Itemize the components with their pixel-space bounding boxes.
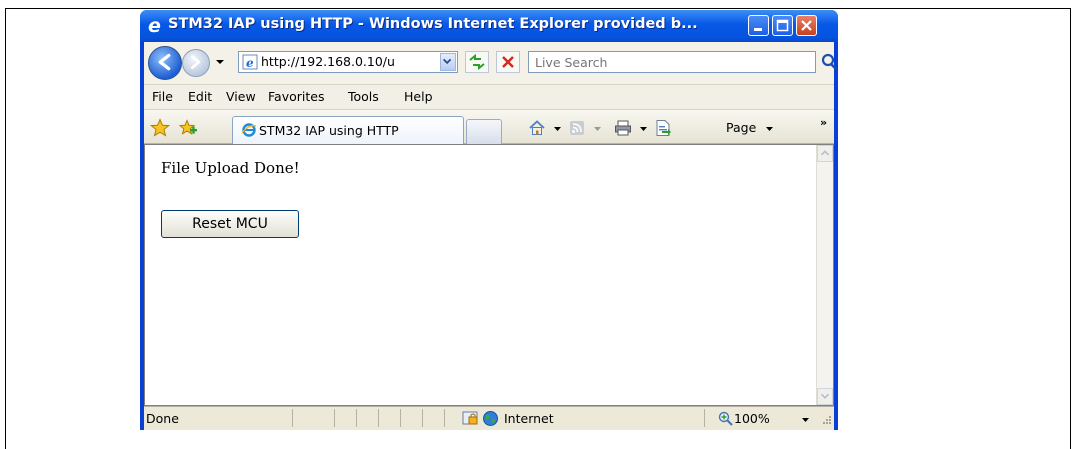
chevron-up-icon <box>820 150 830 156</box>
chevron-down-icon <box>820 393 830 399</box>
status-divider <box>334 409 335 427</box>
back-icon <box>158 53 171 71</box>
home-icon[interactable] <box>528 119 546 137</box>
refresh-button[interactable] <box>465 51 489 73</box>
tab-label: STM32 IAP using HTTP <box>259 123 399 138</box>
svg-text:e: e <box>246 56 254 70</box>
status-bar: Done Internet 100% <box>144 406 834 430</box>
scroll-up-button[interactable] <box>817 145 833 162</box>
address-url[interactable]: http://192.168.0.10/u <box>261 54 429 69</box>
status-text: Done <box>146 411 179 426</box>
forward-icon <box>190 55 201 70</box>
scroll-down-button[interactable] <box>817 388 833 405</box>
menu-edit[interactable]: Edit <box>188 89 212 104</box>
chevron-down-icon <box>443 58 452 65</box>
maximize-icon <box>776 19 789 32</box>
zoom-icon[interactable] <box>718 411 733 426</box>
search-input[interactable] <box>529 52 809 72</box>
menu-help[interactable]: Help <box>404 89 433 104</box>
maximize-button[interactable] <box>772 15 793 36</box>
print-icon[interactable] <box>614 119 632 137</box>
menu-file[interactable]: File <box>152 89 173 104</box>
resize-grip-icon[interactable] <box>820 415 832 427</box>
status-divider <box>400 409 401 427</box>
menu-bar: File Edit View Favorites Tools Help <box>144 84 834 110</box>
page-dropdown-icon[interactable] <box>766 127 773 131</box>
address-bar[interactable]: e http://192.168.0.10/u <box>238 51 458 73</box>
address-toolbar: e http://192.168.0.10/u <box>144 42 837 84</box>
menu-view[interactable]: View <box>226 89 256 104</box>
status-divider <box>704 409 705 427</box>
status-divider <box>444 409 445 427</box>
globe-icon <box>483 411 498 426</box>
title-bar[interactable]: e STM32 IAP using HTTP - Windows Interne… <box>140 10 838 42</box>
feeds-dropdown-icon[interactable] <box>594 127 601 131</box>
figure-caption-fragment <box>420 0 660 8</box>
back-button[interactable] <box>148 46 182 80</box>
stop-icon <box>502 56 514 68</box>
stop-button[interactable] <box>496 51 520 73</box>
reset-mcu-button[interactable]: Reset MCU <box>161 210 299 238</box>
add-favorites-icon[interactable] <box>178 118 198 138</box>
home-dropdown-icon[interactable] <box>554 127 561 131</box>
zoom-level[interactable]: 100% <box>734 411 770 426</box>
search-icon[interactable] <box>820 53 838 71</box>
security-zone-label: Internet <box>504 411 554 426</box>
minimize-button[interactable] <box>748 15 769 36</box>
address-dropdown[interactable] <box>440 53 456 71</box>
window-title: STM32 IAP using HTTP - Windows Internet … <box>168 16 698 32</box>
ie-window: e STM32 IAP using HTTP - Windows Interne… <box>140 10 838 430</box>
upload-status-message: File Upload Done! <box>161 159 300 177</box>
vertical-scrollbar[interactable] <box>816 145 833 405</box>
page-content: File Upload Done! Reset MCU <box>144 144 834 406</box>
page-menu-label[interactable]: Page <box>726 120 756 135</box>
minimize-icon <box>754 28 762 31</box>
status-divider <box>378 409 379 427</box>
toolbar-overflow-chevron[interactable]: » <box>820 116 827 129</box>
refresh-icon <box>469 53 485 71</box>
menu-tools[interactable]: Tools <box>348 89 379 104</box>
ie-logo-icon: e <box>148 15 161 37</box>
new-tab-button[interactable] <box>466 119 502 144</box>
ie-page-icon: e <box>242 54 258 70</box>
favorites-star-icon[interactable] <box>150 118 170 138</box>
forward-button[interactable] <box>182 49 210 77</box>
close-icon <box>801 20 812 31</box>
search-box[interactable] <box>528 51 816 73</box>
status-divider <box>422 409 423 427</box>
zoom-dropdown-icon[interactable] <box>802 418 809 422</box>
page-icon[interactable] <box>654 119 672 137</box>
status-divider <box>356 409 357 427</box>
menu-favorites[interactable]: Favorites <box>268 89 324 104</box>
ie-logo-icon <box>241 123 257 137</box>
lock-icon[interactable] <box>462 410 480 427</box>
status-divider <box>292 409 293 427</box>
close-button[interactable] <box>796 15 817 36</box>
browser-chrome: e http://192.168.0.10/u File Edit View F… <box>144 42 837 430</box>
tab-stm32-iap[interactable]: STM32 IAP using HTTP <box>232 116 464 144</box>
recent-pages-dropdown[interactable] <box>214 56 226 68</box>
command-bar: STM32 IAP using HTTP Page » <box>144 110 834 144</box>
print-dropdown-icon[interactable] <box>640 127 647 131</box>
feeds-icon[interactable] <box>568 119 586 137</box>
